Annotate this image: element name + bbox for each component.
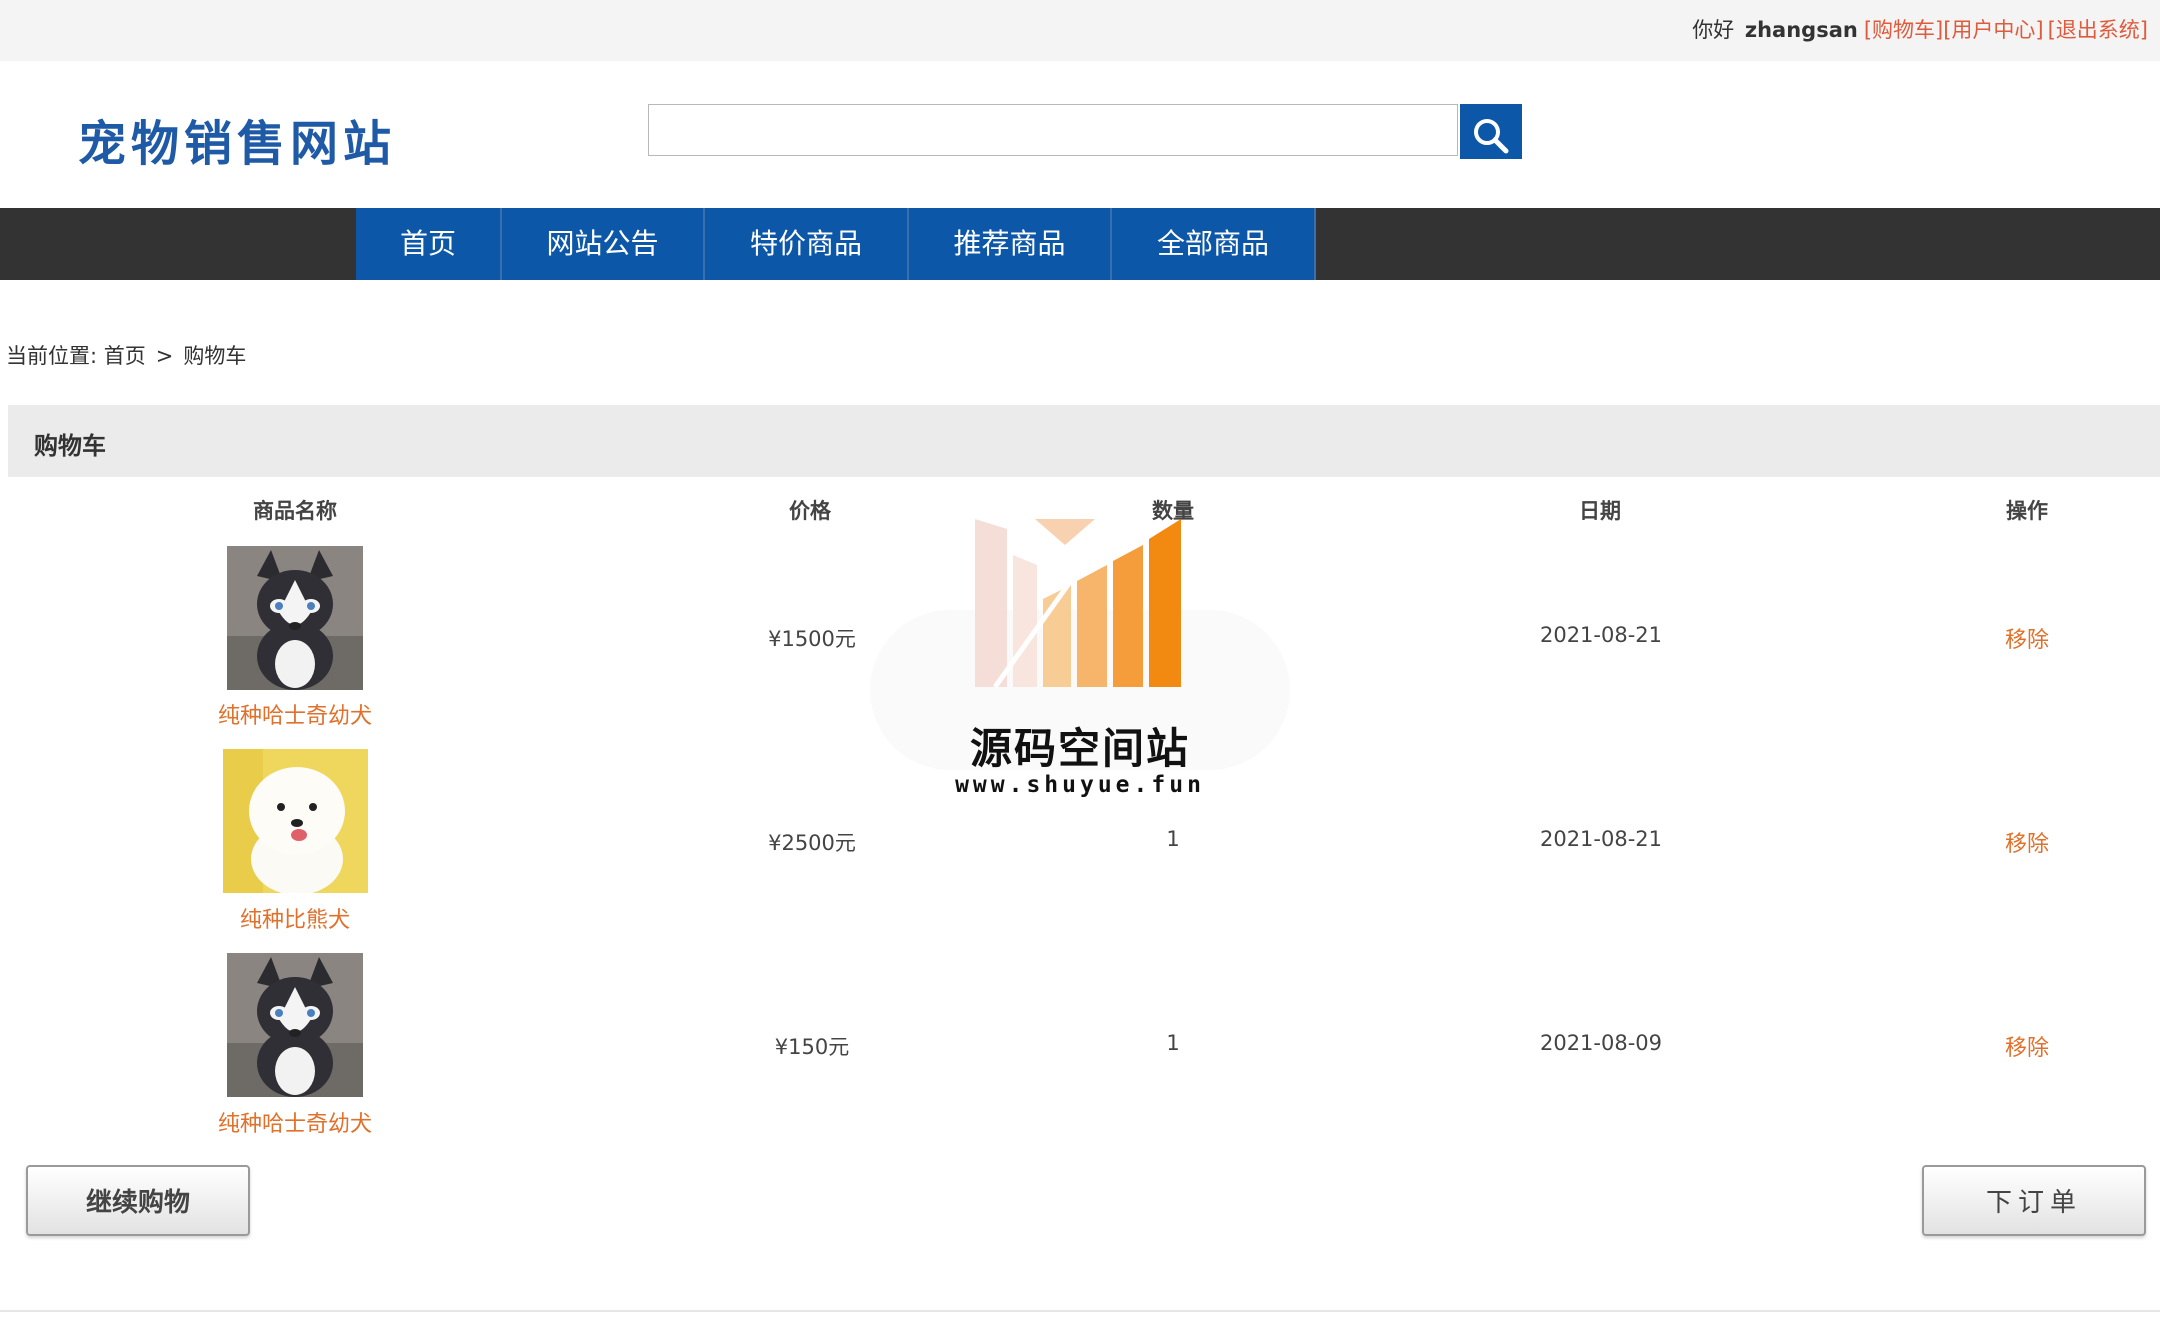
greeting-text: 你好 — [1692, 18, 1735, 42]
main-nav: 首页 网站公告 特价商品 推荐商品 全部商品 — [0, 208, 2160, 280]
watermark-backdrop — [870, 610, 1290, 770]
product-name-link[interactable]: 纯种哈士奇幼犬 — [218, 698, 372, 730]
product-date: 2021-08-21 — [1539, 827, 1663, 851]
product-name-link[interactable]: 纯种比熊犬 — [240, 902, 350, 934]
search-icon — [1474, 119, 1509, 154]
breadcrumb-current: 购物车 — [183, 344, 247, 368]
nav-all-products[interactable]: 全部商品 — [1112, 208, 1316, 280]
nav-announcements[interactable]: 网站公告 — [502, 208, 705, 280]
product-price: ¥1500元 — [768, 627, 856, 651]
logout-link[interactable]: [退出系统] — [2048, 18, 2148, 42]
watermark-title: 源码空间站 — [969, 724, 1190, 773]
product-image[interactable] — [227, 546, 363, 690]
site-logo[interactable]: 宠物销售网站 — [78, 104, 396, 174]
watermark-url: www.shuyue.fun — [955, 772, 1205, 798]
user-center-link[interactable]: [用户中心] — [1943, 18, 2043, 42]
breadcrumb-separator: > — [155, 344, 174, 368]
product-image[interactable] — [223, 749, 368, 893]
col-header-name: 商品名称 — [253, 499, 337, 523]
footer-divider — [0, 1310, 2160, 1312]
product-qty: 1 — [1166, 827, 1180, 851]
cart-title: 购物车 — [34, 432, 106, 460]
nav-recommended[interactable]: 推荐商品 — [909, 208, 1112, 280]
product-date: 2021-08-21 — [1539, 623, 1663, 647]
watermark-logo-icon — [975, 519, 1181, 687]
product-date: 2021-08-09 — [1539, 1031, 1663, 1055]
product-price: ¥150元 — [774, 1035, 850, 1059]
remove-link[interactable]: 移除 — [2005, 622, 2049, 654]
continue-shopping-button[interactable]: 继续购物 — [26, 1165, 250, 1236]
nav-special-offers[interactable]: 特价商品 — [705, 208, 909, 280]
watermark: 源码空间站 www.shuyue.fun — [870, 500, 1290, 820]
user-links: 你好 zhangsan [购物车][用户中心] [退出系统] — [1692, 14, 2148, 44]
cart-link[interactable]: [购物车] — [1864, 18, 1943, 42]
product-price: ¥2500元 — [768, 831, 856, 855]
remove-link[interactable]: 移除 — [2005, 826, 2049, 858]
col-header-qty: 数量 — [1152, 499, 1194, 523]
nav-home[interactable]: 首页 — [356, 208, 502, 280]
top-bar: 你好 zhangsan [购物车][用户中心] [退出系统] — [0, 0, 2160, 61]
col-header-date: 日期 — [1579, 499, 1621, 523]
col-header-action: 操作 — [2006, 499, 2048, 523]
product-qty: 1 — [1166, 1031, 1180, 1055]
breadcrumb: 当前位置: 首页 > 购物车 — [6, 340, 246, 370]
search-input[interactable] — [648, 104, 1458, 156]
col-header-price: 价格 — [789, 499, 831, 523]
product-image[interactable] — [227, 953, 363, 1097]
product-name-link[interactable]: 纯种哈士奇幼犬 — [218, 1106, 372, 1138]
remove-link[interactable]: 移除 — [2005, 1030, 2049, 1062]
place-order-button[interactable]: 下订单 — [1922, 1165, 2146, 1236]
username-text: zhangsan — [1744, 18, 1858, 42]
breadcrumb-prefix[interactable]: 当前位置: 首页 — [6, 344, 146, 368]
search-button[interactable] — [1460, 104, 1522, 159]
cart-section-header: 购物车 — [8, 405, 2160, 477]
